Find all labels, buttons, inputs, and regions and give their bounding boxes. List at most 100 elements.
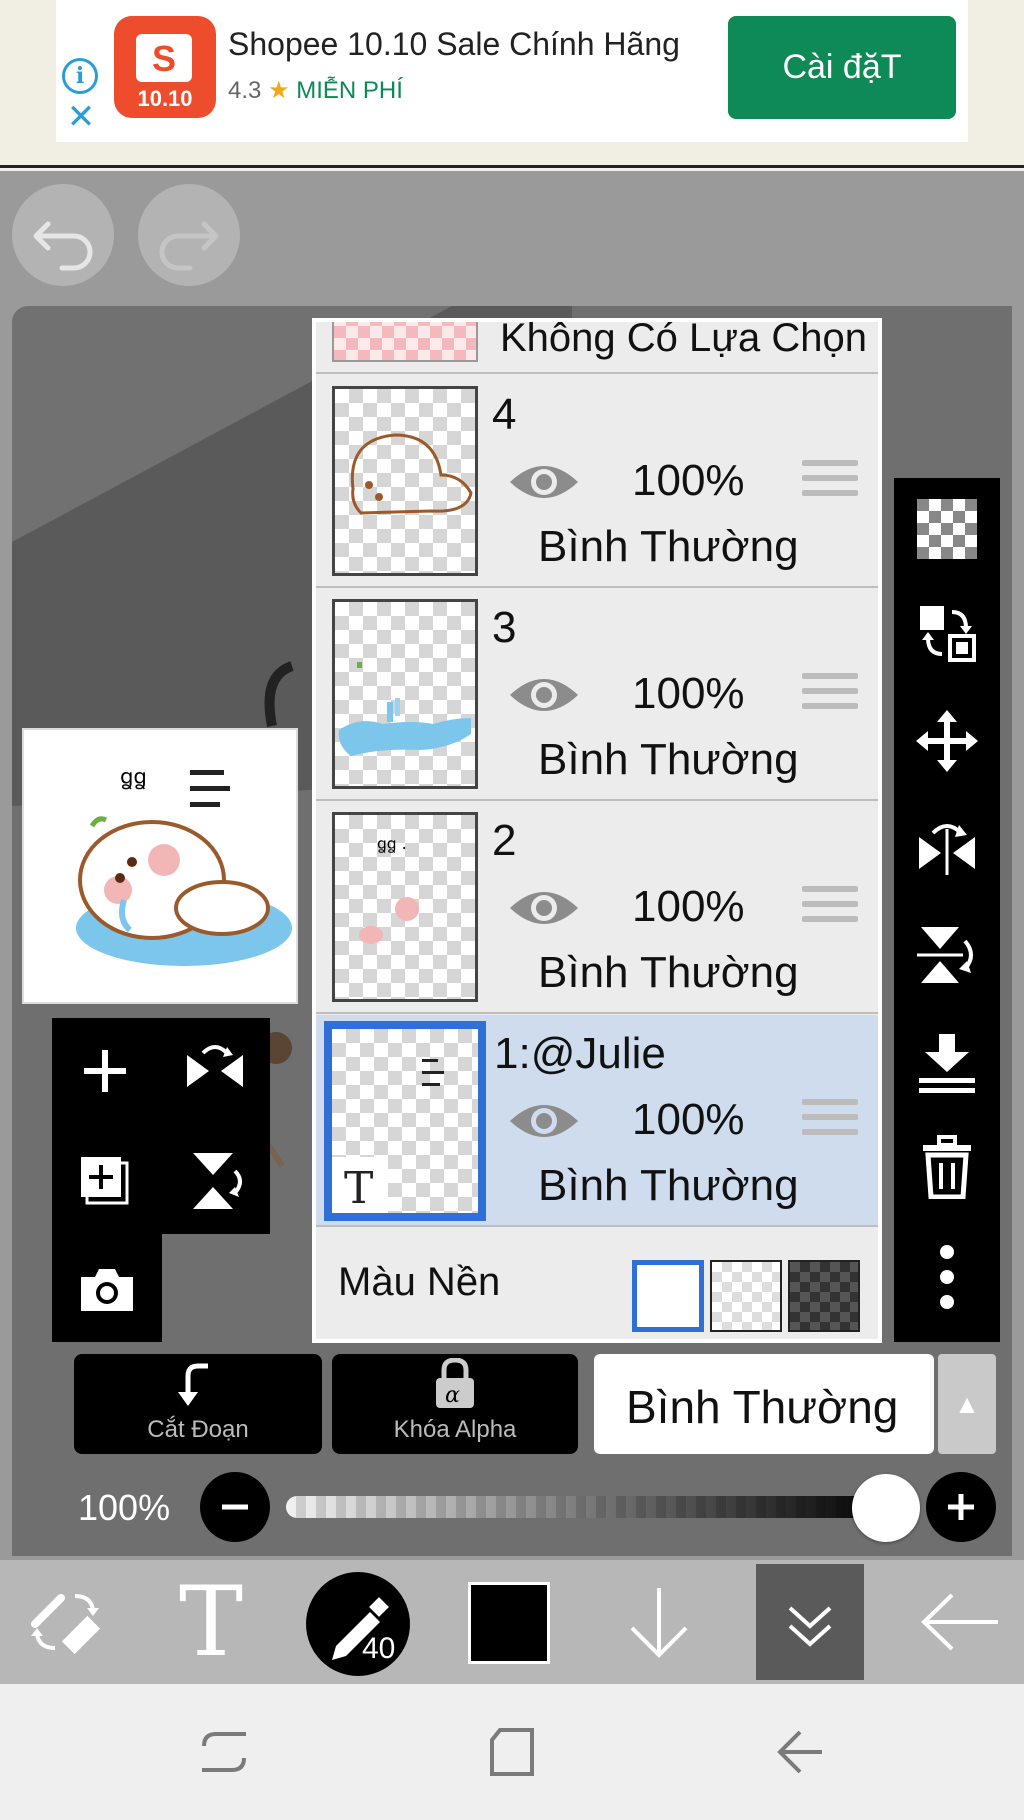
alpha-lock-button[interactable]: α Khóa Alpha (332, 1354, 578, 1454)
background-dark-swatch[interactable] (788, 1260, 860, 1332)
opacity-slider-track[interactable] (286, 1496, 890, 1518)
back-arrow-button[interactable] (904, 1570, 1014, 1674)
layer-name: 2 (492, 816, 517, 865)
blend-mode-value: Bình Thường (626, 1381, 899, 1433)
undo-button[interactable] (12, 184, 114, 286)
eye-icon[interactable] (506, 454, 582, 510)
flip-layer-horizontal-button[interactable] (912, 814, 982, 884)
no-selection-row[interactable]: Không Có Lựa Chọn (316, 322, 878, 374)
trash-icon (923, 1135, 971, 1199)
alpha-lock-label: Khóa Alpha (393, 1416, 517, 1443)
opacity-increase-button[interactable] (926, 1472, 996, 1542)
plus-icon (84, 1050, 126, 1092)
drag-handle-icon[interactable] (802, 460, 858, 508)
preview-artwork: ꬶꬶ (76, 765, 292, 966)
eye-icon[interactable] (506, 1093, 582, 1149)
layer-thumbnail: ꬶꬶ . (332, 812, 478, 1002)
flip-layer-vertical-button[interactable] (912, 920, 982, 990)
layer-3-art (338, 662, 471, 756)
transparency-button[interactable] (912, 494, 982, 564)
shopee-logo-text: 10.10 (137, 86, 193, 111)
text-tool-button[interactable]: T (156, 1566, 266, 1678)
duplicate-layer-button[interactable] (60, 1136, 150, 1226)
ad-info-icon[interactable]: i (62, 58, 98, 94)
drag-handle-icon[interactable] (802, 886, 858, 934)
eye-icon[interactable] (506, 667, 582, 723)
swap-layer-button[interactable] (912, 598, 982, 668)
layer-row[interactable]: ꬶꬶ . 2 100% Bình Thường (316, 802, 878, 1014)
swap-tool-button[interactable] (10, 1570, 120, 1674)
add-layer-button[interactable] (60, 1026, 150, 1116)
layer-row[interactable]: 3 100% Bình Thường (316, 589, 878, 801)
right-layer-toolbar (894, 478, 1000, 1342)
ad-rating-value: 4.3 (228, 77, 262, 104)
merge-down-button[interactable] (912, 1028, 982, 1098)
install-button[interactable]: Cài đặT (728, 16, 956, 119)
checkerboard-icon (917, 499, 977, 559)
left-layer-tools-camera (52, 1234, 162, 1342)
move-icon (916, 710, 978, 772)
layer-row-selected[interactable]: T 1:@Julie 100% Bình Thường (316, 1015, 878, 1227)
layer-opacity: 100% (632, 669, 745, 718)
move-button[interactable] (912, 706, 982, 776)
ad-close-icon[interactable]: ✕ (64, 100, 98, 134)
brush-eraser-swap-icon (31, 1594, 101, 1655)
minus-icon (222, 1504, 248, 1510)
layer-blend-mode: Bình Thường (538, 735, 799, 784)
blend-mode-dropdown-icon[interactable]: ▲ (938, 1354, 996, 1454)
flip-horizontal-button[interactable] (170, 1026, 260, 1116)
layer-name: 3 (492, 603, 517, 652)
layer-thumbnail: T (324, 1021, 486, 1221)
clipping-button[interactable]: Cắt Đoạn (74, 1354, 322, 1454)
double-chevron-down-icon (788, 1606, 832, 1647)
background-transparent-swatch[interactable] (710, 1260, 782, 1332)
camera-icon (81, 1269, 133, 1311)
flip-horizontal-icon (187, 1045, 243, 1087)
selection-thumbnail (332, 322, 478, 362)
swap-icon (920, 606, 976, 662)
no-selection-label: Không Có Lựa Chọn (500, 322, 868, 360)
flip-vertical-icon (917, 927, 973, 983)
background-color-label: Màu Nền (338, 1260, 501, 1304)
blend-mode-select[interactable]: Bình Thường (594, 1354, 934, 1454)
svg-text:α: α (445, 1383, 460, 1408)
collapse-panel-button[interactable] (756, 1564, 864, 1680)
canvas-preview[interactable]: ꬶꬶ (22, 728, 298, 1004)
recents-icon[interactable] (196, 1728, 252, 1776)
eye-icon[interactable] (506, 880, 582, 936)
redo-button[interactable] (138, 184, 240, 286)
shopee-bag-icon: S (136, 34, 192, 82)
shopee-logo[interactable]: S 10.10 (114, 16, 216, 118)
layer-opacity: 100% (632, 456, 745, 505)
arrow-down-icon (630, 1588, 688, 1658)
clipping-icon (178, 1363, 208, 1406)
drag-handle-icon[interactable] (802, 673, 858, 721)
layer-move-down-button[interactable] (604, 1570, 714, 1674)
layer-name: 1:@Julie (494, 1029, 666, 1078)
layer-2-art: ꬶꬶ . (359, 834, 419, 944)
layer-row[interactable]: 4 100% Bình Thường (316, 376, 878, 588)
more-options-button[interactable] (912, 1242, 982, 1312)
delete-layer-button[interactable] (912, 1132, 982, 1202)
opacity-value: 100% (78, 1487, 171, 1528)
camera-button[interactable] (62, 1244, 152, 1334)
ad-title[interactable]: Shopee 10.10 Sale Chính Hãng (228, 26, 680, 63)
background-white-swatch[interactable] (632, 1260, 704, 1332)
text-tool-icon: T (178, 1566, 244, 1678)
back-icon[interactable] (774, 1728, 826, 1776)
opacity-decrease-button[interactable] (200, 1472, 270, 1542)
flip-vertical-icon (193, 1153, 242, 1209)
background-color-row: Màu Nền (316, 1228, 878, 1338)
drag-handle-icon[interactable] (802, 1099, 858, 1147)
current-color-swatch[interactable] (468, 1582, 550, 1664)
home-icon[interactable] (486, 1724, 538, 1780)
merge-down-icon (919, 1034, 975, 1093)
left-layer-tools (52, 1018, 270, 1234)
opacity-slider-knob[interactable] (852, 1474, 920, 1542)
flip-horizontal-icon (919, 824, 975, 875)
svg-text:ꬶꬶ: ꬶꬶ (120, 765, 147, 790)
more-vertical-icon (940, 1245, 954, 1309)
layer-name: 4 (492, 390, 517, 439)
brush-size-value: 40 (362, 1632, 396, 1665)
flip-vertical-button[interactable] (170, 1136, 260, 1226)
